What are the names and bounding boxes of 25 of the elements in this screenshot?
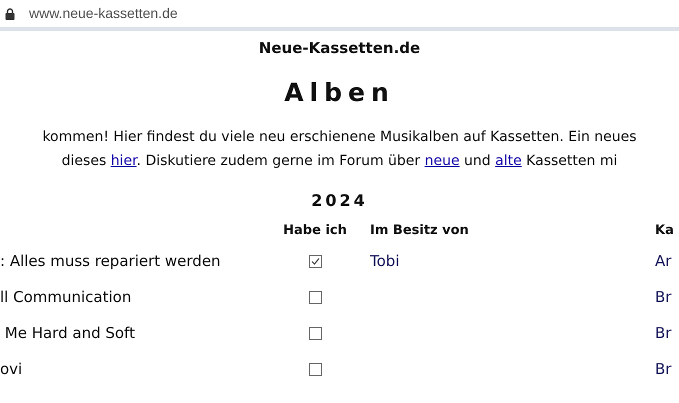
table-cell-text: Br — [655, 286, 672, 308]
table-cell-text: Br — [655, 322, 672, 344]
album-title: Me Hard and Soft — [4, 322, 135, 344]
column-header: Habe ich — [283, 222, 347, 240]
owner-name: Tobi — [370, 250, 400, 272]
inline-link[interactable]: alte — [495, 153, 522, 169]
column-header: Ka — [655, 222, 674, 240]
inline-link[interactable]: neue — [424, 153, 460, 169]
checkbox[interactable] — [308, 362, 322, 376]
checkbox[interactable] — [308, 326, 322, 340]
address-url[interactable]: www.neue-kassetten.de — [29, 3, 178, 24]
intro-paragraph: kommen! Hier findest du viele neu erschienene Musikalben auf Kassetten. Ein neues dieses hier. Diskutiere zudem gerne im Forum über neue und alte Kassetten mi — [41, 128, 638, 171]
album-title: : Alles muss repariert werden — [0, 250, 221, 272]
checkbox[interactable] — [308, 290, 322, 304]
table-cell-text: Br — [655, 358, 672, 380]
lock-icon — [5, 8, 15, 20]
inline-link[interactable]: hier — [110, 153, 137, 169]
year-heading: 2024 — [311, 190, 368, 212]
page-heading: Alben — [284, 76, 395, 108]
checkbox[interactable] — [308, 254, 322, 268]
album-title: ll Communication — [0, 286, 132, 308]
table-cell-text: Ar — [655, 250, 672, 272]
column-header: Im Besitz von — [369, 222, 469, 240]
site-title: Neue-Kassetten.de — [258, 38, 420, 59]
album-title: ovi — [0, 358, 22, 380]
